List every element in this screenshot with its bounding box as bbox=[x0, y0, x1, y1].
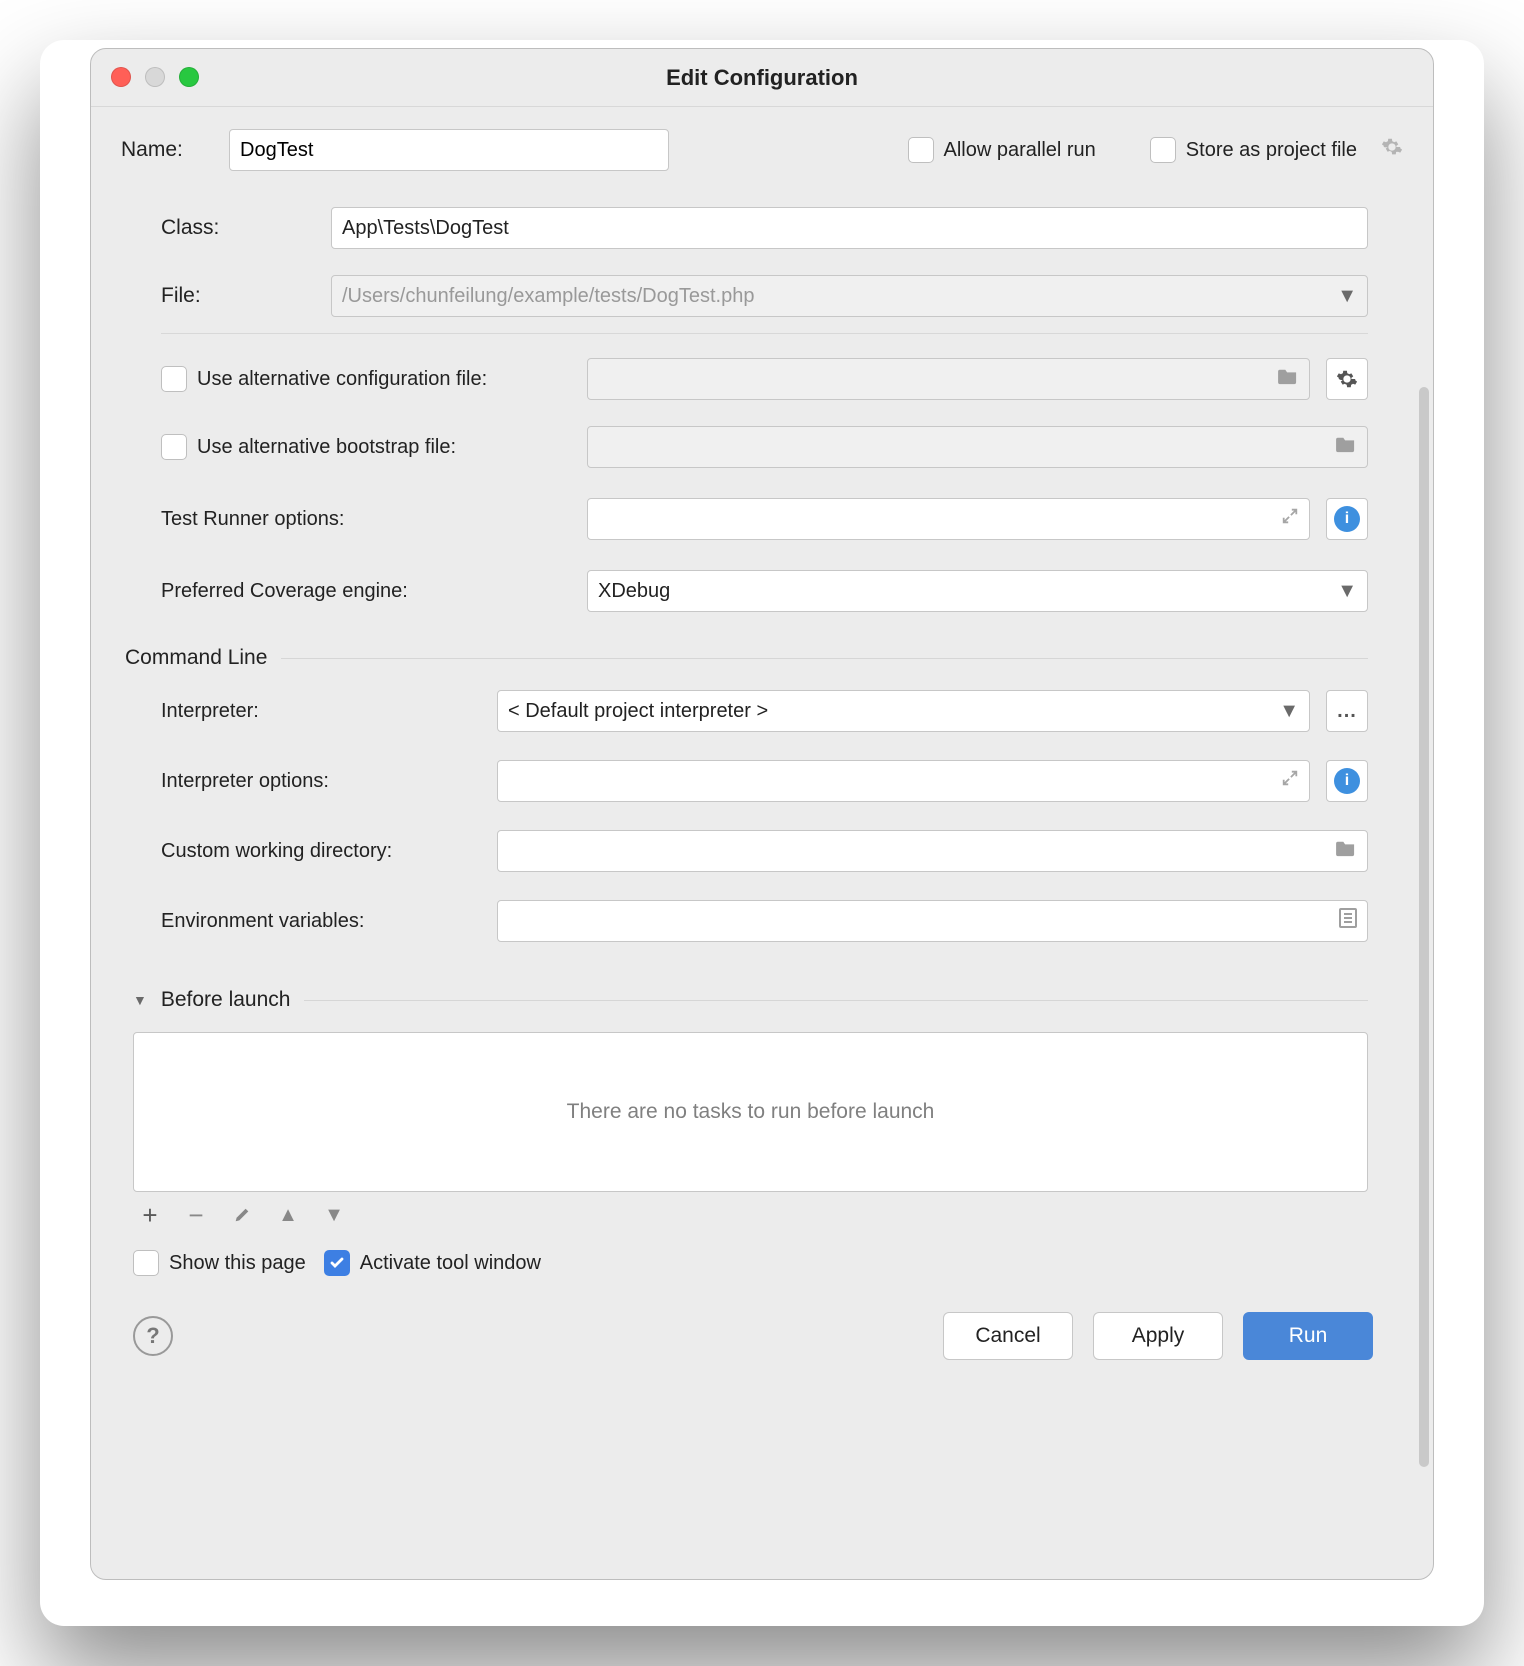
alt-config-path-input bbox=[587, 358, 1310, 400]
folder-icon[interactable] bbox=[1335, 839, 1357, 863]
interpreter-options-input[interactable] bbox=[497, 760, 1310, 802]
edit-task-button bbox=[231, 1204, 253, 1226]
allow-parallel-checkbox[interactable]: Allow parallel run bbox=[908, 137, 1096, 163]
collapse-icon[interactable]: ▼ bbox=[133, 992, 147, 1008]
gear-icon[interactable] bbox=[1381, 136, 1403, 164]
interpreter-select[interactable]: < Default project interpreter > ▼ bbox=[497, 690, 1310, 732]
move-down-button: ▼ bbox=[323, 1204, 345, 1226]
env-label: Environment variables: bbox=[161, 910, 481, 933]
interpreter-options-info-button[interactable]: i bbox=[1326, 760, 1368, 802]
close-window-button[interactable] bbox=[111, 67, 131, 87]
help-button[interactable]: ? bbox=[133, 1316, 173, 1356]
before-launch-section-label: Before launch bbox=[161, 988, 291, 1012]
activate-tool-window-label: Activate tool window bbox=[360, 1252, 541, 1275]
folder-icon bbox=[1277, 367, 1299, 391]
file-input: /Users/chunfeilung/example/tests/DogTest… bbox=[331, 275, 1368, 317]
alt-bootstrap-checkbox[interactable]: Use alternative bootstrap file: bbox=[161, 434, 571, 460]
window-title: Edit Configuration bbox=[666, 65, 858, 91]
file-label: File: bbox=[161, 284, 311, 308]
list-icon[interactable] bbox=[1339, 908, 1357, 934]
alt-bootstrap-path-input bbox=[587, 426, 1368, 468]
add-task-button[interactable]: + bbox=[139, 1204, 161, 1226]
interpreter-browse-button[interactable]: ... bbox=[1326, 690, 1368, 732]
move-up-button: ▲ bbox=[277, 1204, 299, 1226]
cwd-input[interactable] bbox=[497, 830, 1368, 872]
show-this-page-label: Show this page bbox=[169, 1252, 306, 1275]
expand-icon[interactable] bbox=[1281, 769, 1299, 793]
activate-tool-window-checkbox[interactable]: Activate tool window bbox=[324, 1250, 541, 1276]
expand-icon[interactable] bbox=[1281, 507, 1299, 531]
command-line-section-label: Command Line bbox=[125, 646, 267, 670]
traffic-lights bbox=[111, 67, 199, 87]
minimize-window-button[interactable] bbox=[145, 67, 165, 87]
alt-config-checkbox[interactable]: Use alternative configuration file: bbox=[161, 366, 571, 392]
class-label: Class: bbox=[161, 216, 311, 240]
coverage-label: Preferred Coverage engine: bbox=[161, 580, 571, 603]
cwd-label: Custom working directory: bbox=[161, 840, 481, 863]
chevron-down-icon: ▼ bbox=[1337, 580, 1357, 603]
interpreter-options-label: Interpreter options: bbox=[161, 770, 481, 793]
before-launch-list: There are no tasks to run before launch bbox=[133, 1032, 1368, 1192]
alt-bootstrap-label: Use alternative bootstrap file: bbox=[197, 436, 456, 459]
info-icon: i bbox=[1334, 506, 1360, 532]
info-icon: i bbox=[1334, 768, 1360, 794]
coverage-select[interactable]: XDebug ▼ bbox=[587, 570, 1368, 612]
test-runner-label: Test Runner options: bbox=[161, 508, 571, 531]
store-project-file-label: Store as project file bbox=[1186, 139, 1357, 162]
show-this-page-checkbox[interactable]: Show this page bbox=[133, 1250, 306, 1276]
before-launch-empty-message: There are no tasks to run before launch bbox=[567, 1100, 935, 1124]
chevron-down-icon: ▼ bbox=[1337, 285, 1357, 308]
store-project-file-checkbox[interactable]: Store as project file bbox=[1150, 137, 1357, 163]
remove-task-button: − bbox=[185, 1204, 207, 1226]
name-input[interactable] bbox=[229, 129, 669, 171]
env-input[interactable] bbox=[497, 900, 1368, 942]
class-input[interactable]: App\Tests\DogTest bbox=[331, 207, 1368, 249]
interpreter-label: Interpreter: bbox=[161, 700, 481, 723]
maximize-window-button[interactable] bbox=[179, 67, 199, 87]
dialog-window: Edit Configuration Name: Allow parallel … bbox=[90, 48, 1434, 1580]
run-button[interactable]: Run bbox=[1243, 1312, 1373, 1360]
scrollbar[interactable] bbox=[1419, 387, 1429, 1467]
folder-icon bbox=[1335, 435, 1357, 459]
titlebar: Edit Configuration bbox=[91, 49, 1433, 107]
alt-config-label: Use alternative configuration file: bbox=[197, 368, 487, 391]
test-runner-input[interactable] bbox=[587, 498, 1310, 540]
name-label: Name: bbox=[121, 138, 211, 162]
test-runner-info-button[interactable]: i bbox=[1326, 498, 1368, 540]
alt-config-settings-button[interactable] bbox=[1326, 358, 1368, 400]
apply-button[interactable]: Apply bbox=[1093, 1312, 1223, 1360]
chevron-down-icon: ▼ bbox=[1279, 700, 1299, 723]
allow-parallel-label: Allow parallel run bbox=[944, 139, 1096, 162]
cancel-button[interactable]: Cancel bbox=[943, 1312, 1073, 1360]
